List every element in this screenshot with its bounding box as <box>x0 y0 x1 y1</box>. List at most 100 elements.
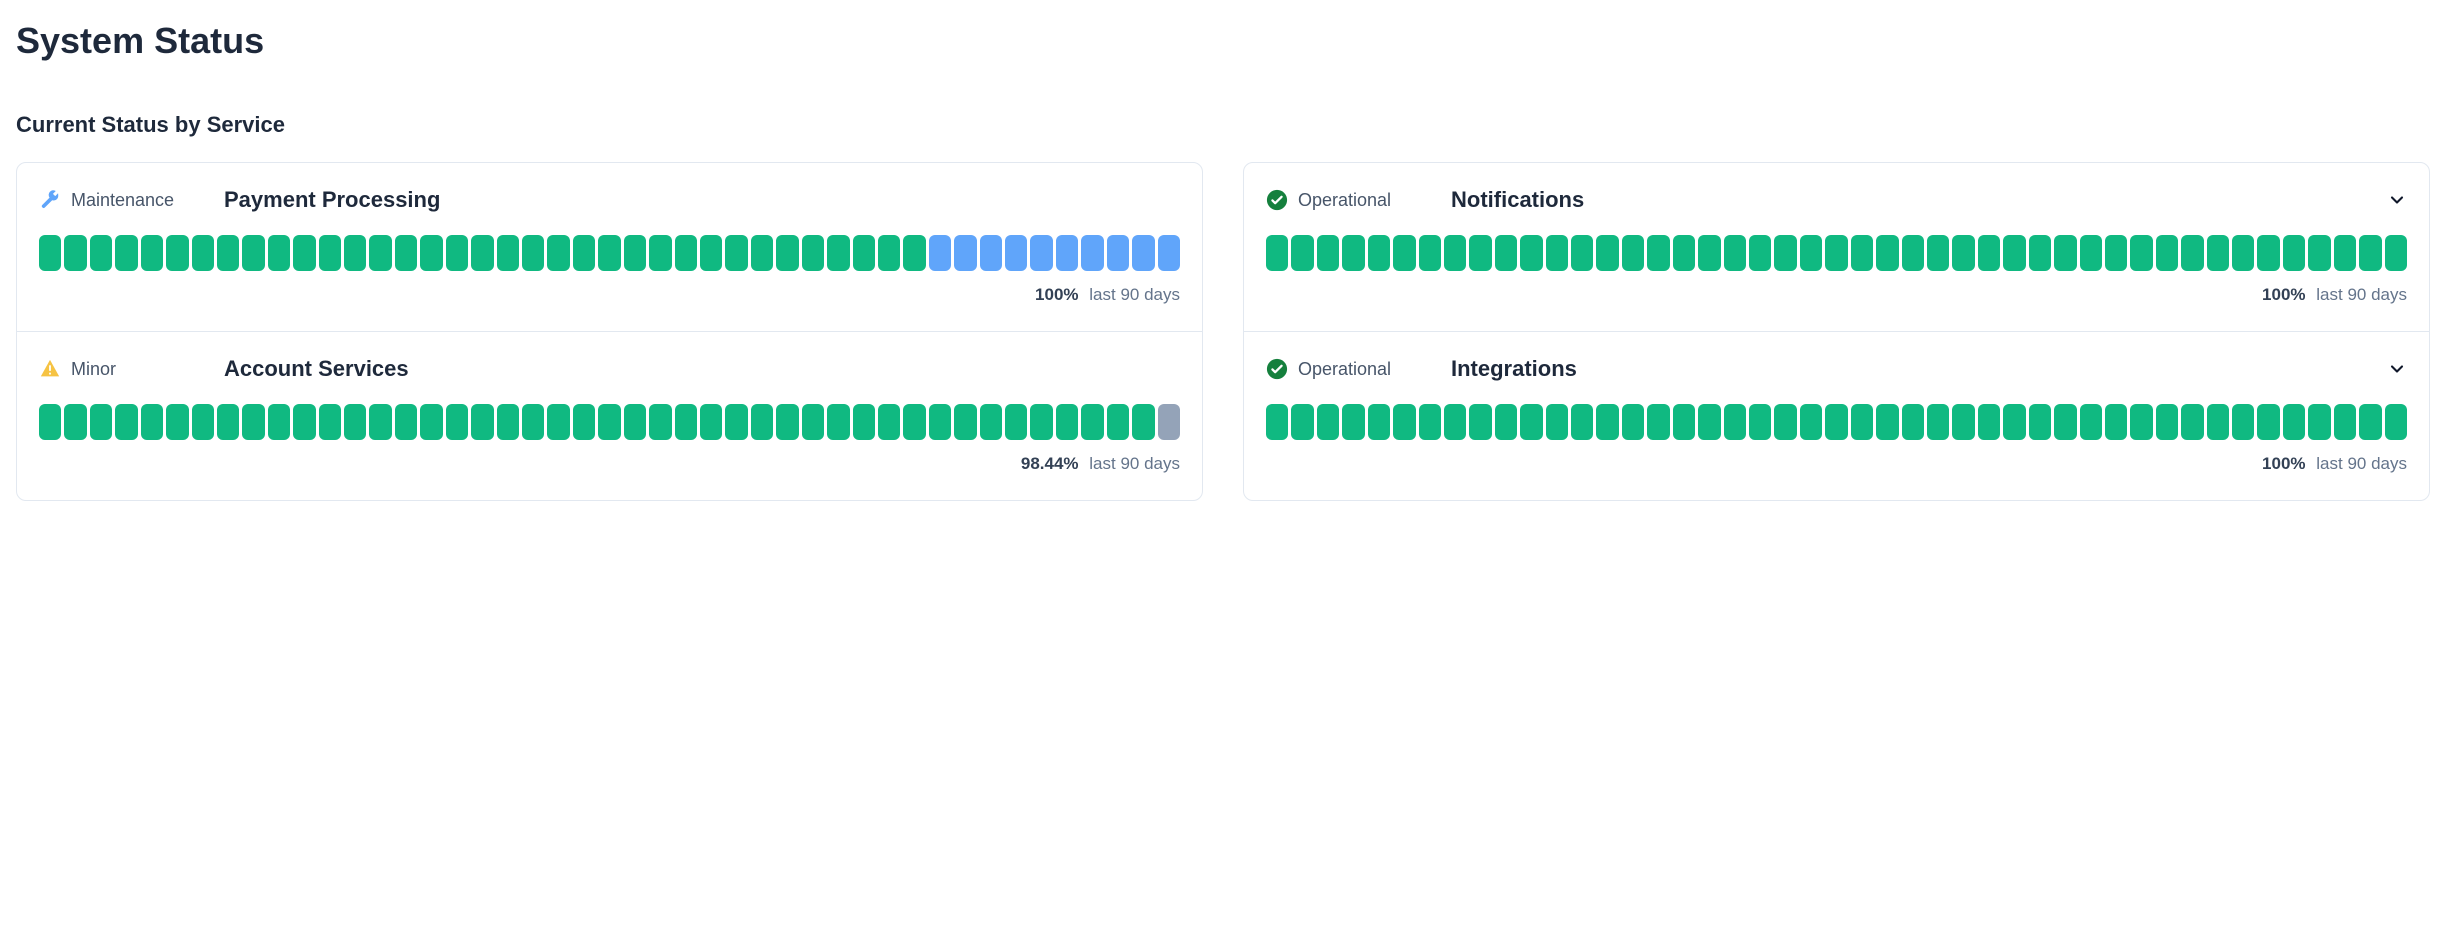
uptime-tick <box>2105 235 2127 271</box>
uptime-tick <box>598 235 620 271</box>
uptime-tick <box>573 404 595 440</box>
expand-button[interactable] <box>2377 359 2407 379</box>
uptime-tick <box>1876 404 1898 440</box>
uptime-tick <box>497 404 519 440</box>
uptime-tick <box>1800 235 1822 271</box>
wrench-icon <box>39 189 61 211</box>
uptime-tick <box>471 404 493 440</box>
expand-button[interactable] <box>2377 190 2407 210</box>
uptime-period: last 90 days <box>1089 454 1180 473</box>
uptime-tick <box>1368 235 1390 271</box>
uptime-tick <box>1596 235 1618 271</box>
uptime-tick <box>497 235 519 271</box>
uptime-tick <box>853 404 875 440</box>
chevron-down-icon[interactable] <box>2387 190 2407 210</box>
uptime-tick <box>1132 235 1154 271</box>
uptime-tick <box>2105 404 2127 440</box>
uptime-tick <box>776 235 798 271</box>
uptime-tick <box>1749 404 1771 440</box>
uptime-tick <box>903 404 925 440</box>
status-block: Operational <box>1266 189 1451 211</box>
uptime-tick <box>1266 404 1288 440</box>
uptime-tick <box>2308 404 2330 440</box>
uptime-tick <box>1056 235 1078 271</box>
uptime-tick <box>1774 235 1796 271</box>
uptime-tick <box>268 404 290 440</box>
uptime-tick <box>395 235 417 271</box>
uptime-tick <box>242 404 264 440</box>
uptime-tick <box>1132 404 1154 440</box>
uptime-tick <box>1005 235 1027 271</box>
uptime-tick <box>980 404 1002 440</box>
uptime-tick <box>700 404 722 440</box>
uptime-period: last 90 days <box>2316 285 2407 304</box>
uptime-tick <box>471 235 493 271</box>
check-circle-icon <box>1266 358 1288 380</box>
uptime-tick <box>1673 404 1695 440</box>
uptime-tick <box>1622 404 1644 440</box>
uptime-tick <box>2359 404 2381 440</box>
uptime-tick <box>1419 404 1441 440</box>
uptime-tick <box>1546 404 1568 440</box>
uptime-tick <box>1342 404 1364 440</box>
uptime-tick <box>1030 235 1052 271</box>
uptime-tick <box>64 235 86 271</box>
uptime-tick <box>1158 235 1180 271</box>
uptime-tick <box>268 235 290 271</box>
uptime-tick <box>2181 404 2203 440</box>
uptime-tick <box>2232 404 2254 440</box>
uptime-tick <box>2130 404 2152 440</box>
uptime-tick <box>344 404 366 440</box>
uptime-tick <box>1393 235 1415 271</box>
uptime-tick <box>1056 404 1078 440</box>
uptime-caption: 98.44% last 90 days <box>39 454 1180 474</box>
uptime-tick <box>166 235 188 271</box>
uptime-tick <box>115 404 137 440</box>
status-label: Minor <box>71 359 116 380</box>
uptime-tick <box>903 235 925 271</box>
uptime-tick <box>446 404 468 440</box>
service-name: Notifications <box>1451 187 1584 213</box>
chevron-down-icon[interactable] <box>2387 359 2407 379</box>
uptime-tick <box>1622 235 1644 271</box>
uptime-tick <box>878 235 900 271</box>
uptime-tick <box>115 235 137 271</box>
uptime-tick <box>64 404 86 440</box>
uptime-percent: 100% <box>2262 285 2305 304</box>
uptime-period: last 90 days <box>1089 285 1180 304</box>
uptime-tick <box>1081 235 1103 271</box>
uptime-tick <box>1647 404 1669 440</box>
uptime-tick <box>242 235 264 271</box>
uptime-tick <box>522 235 544 271</box>
uptime-tick <box>1030 404 1052 440</box>
uptime-tick <box>624 235 646 271</box>
uptime-tick <box>2207 235 2229 271</box>
uptime-tick <box>1469 404 1491 440</box>
uptime-tick <box>675 404 697 440</box>
uptime-tick <box>2130 235 2152 271</box>
uptime-tick <box>319 404 341 440</box>
uptime-bar <box>1266 404 2407 440</box>
uptime-caption: 100% last 90 days <box>1266 454 2407 474</box>
uptime-tick <box>420 404 442 440</box>
uptime-tick <box>1291 235 1313 271</box>
status-label: Maintenance <box>71 190 174 211</box>
service-card: Operational Integrations 100% last 90 da… <box>1244 332 2429 500</box>
uptime-tick <box>802 235 824 271</box>
uptime-tick <box>1107 235 1129 271</box>
uptime-tick <box>954 404 976 440</box>
uptime-tick <box>344 235 366 271</box>
uptime-tick <box>1825 404 1847 440</box>
uptime-tick <box>2334 404 2356 440</box>
uptime-tick <box>598 404 620 440</box>
uptime-caption: 100% last 90 days <box>39 285 1180 305</box>
uptime-tick <box>954 235 976 271</box>
card-header: Operational Notifications <box>1266 187 2407 213</box>
uptime-tick <box>1749 235 1771 271</box>
uptime-tick <box>700 235 722 271</box>
uptime-tick <box>1469 235 1491 271</box>
uptime-tick <box>1571 404 1593 440</box>
uptime-tick <box>1158 404 1180 440</box>
uptime-tick <box>2283 404 2305 440</box>
uptime-bar <box>1266 235 2407 271</box>
